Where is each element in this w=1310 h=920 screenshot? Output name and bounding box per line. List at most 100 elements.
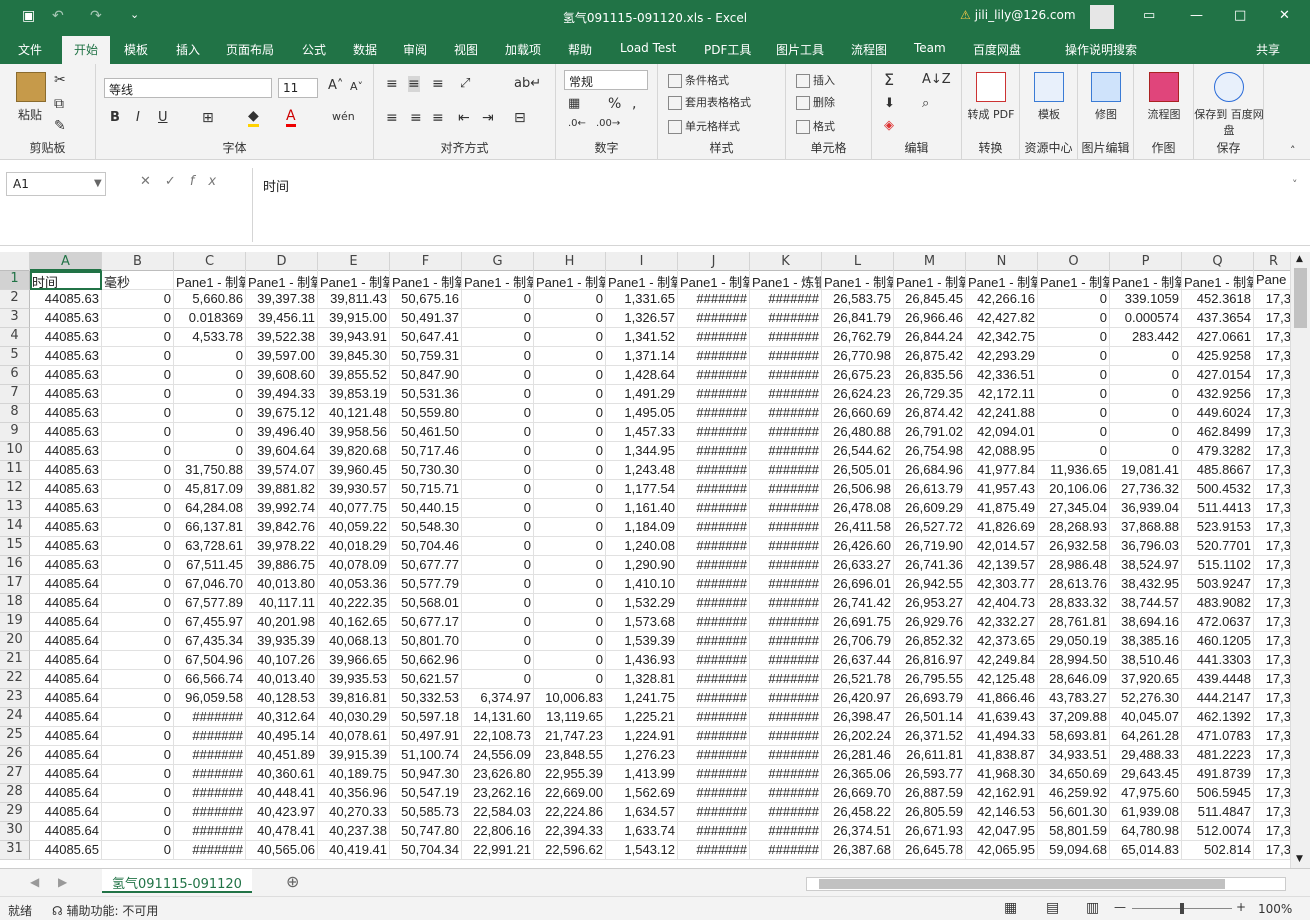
column-header-I[interactable]: I <box>606 252 678 271</box>
undo-icon[interactable]: ↶ <box>52 8 64 24</box>
cell-R2[interactable]: 17,3 <box>1254 290 1290 309</box>
cell-Q24[interactable]: 462.1392 <box>1182 708 1254 727</box>
cell-C2[interactable]: 5,660.86 <box>174 290 246 309</box>
cell-I15[interactable]: 1,240.08 <box>606 537 678 556</box>
cell-P30[interactable]: 64,780.98 <box>1110 822 1182 841</box>
cell-G28[interactable]: 23,262.16 <box>462 784 534 803</box>
cell-Q5[interactable]: 425.9258 <box>1182 347 1254 366</box>
cell-G22[interactable]: 0 <box>462 670 534 689</box>
row-header[interactable]: 29 <box>0 803 30 822</box>
cell-H28[interactable]: 22,669.00 <box>534 784 606 803</box>
cell-F21[interactable]: 50,662.96 <box>390 651 462 670</box>
name-box[interactable]: A1 <box>6 172 106 196</box>
cell-N22[interactable]: 42,125.48 <box>966 670 1038 689</box>
cell-F14[interactable]: 50,548.30 <box>390 518 462 537</box>
cell-L16[interactable]: 26,633.27 <box>822 556 894 575</box>
cell-D27[interactable]: 40,360.61 <box>246 765 318 784</box>
find-icon[interactable]: ⌕ <box>922 96 929 111</box>
align-right-icon[interactable]: ≡ <box>432 110 444 126</box>
cell-I19[interactable]: 1,573.68 <box>606 613 678 632</box>
cell-L2[interactable]: 26,583.75 <box>822 290 894 309</box>
cell-F20[interactable]: 50,801.70 <box>390 632 462 651</box>
cell-I30[interactable]: 1,633.74 <box>606 822 678 841</box>
cell-C14[interactable]: 66,137.81 <box>174 518 246 537</box>
cell-E6[interactable]: 39,855.52 <box>318 366 390 385</box>
cell-P1[interactable]: Pane1 - 制氧 <box>1110 271 1182 290</box>
cell-B3[interactable]: 0 <box>102 309 174 328</box>
cell-C9[interactable]: 0 <box>174 423 246 442</box>
cell-I24[interactable]: 1,225.21 <box>606 708 678 727</box>
cell-B11[interactable]: 0 <box>102 461 174 480</box>
cell-C10[interactable]: 0 <box>174 442 246 461</box>
cell-R20[interactable]: 17,3 <box>1254 632 1290 651</box>
cell-C21[interactable]: 67,504.96 <box>174 651 246 670</box>
cell-N6[interactable]: 42,336.51 <box>966 366 1038 385</box>
column-header-N[interactable]: N <box>966 252 1038 271</box>
cell-O6[interactable]: 0 <box>1038 366 1110 385</box>
cell-O14[interactable]: 28,268.93 <box>1038 518 1110 537</box>
row-header[interactable]: 16 <box>0 556 30 575</box>
cell-A10[interactable]: 44085.63 <box>30 442 102 461</box>
cell-H5[interactable]: 0 <box>534 347 606 366</box>
cell-I27[interactable]: 1,413.99 <box>606 765 678 784</box>
copy-icon[interactable]: ⧉ <box>54 96 64 112</box>
cell-H19[interactable]: 0 <box>534 613 606 632</box>
tab-addins[interactable]: 加载项 <box>505 41 541 58</box>
cell-P16[interactable]: 38,524.97 <box>1110 556 1182 575</box>
cell-D20[interactable]: 39,935.39 <box>246 632 318 651</box>
cell-A13[interactable]: 44085.63 <box>30 499 102 518</box>
cell-N3[interactable]: 42,427.82 <box>966 309 1038 328</box>
add-sheet-icon[interactable]: ⊕ <box>286 872 299 891</box>
cell-E2[interactable]: 39,811.43 <box>318 290 390 309</box>
close-button[interactable]: ✕ <box>1279 8 1290 23</box>
horizontal-scrollbar[interactable] <box>806 877 1286 891</box>
cell-G11[interactable]: 0 <box>462 461 534 480</box>
cell-F10[interactable]: 50,717.46 <box>390 442 462 461</box>
cell-A26[interactable]: 44085.64 <box>30 746 102 765</box>
cell-O7[interactable]: 0 <box>1038 385 1110 404</box>
cell-O17[interactable]: 28,613.76 <box>1038 575 1110 594</box>
cell-A2[interactable]: 44085.63 <box>30 290 102 309</box>
bold-button[interactable]: B <box>110 110 120 125</box>
insert-function-icon[interactable]: fx <box>190 174 230 189</box>
cell-L22[interactable]: 26,521.78 <box>822 670 894 689</box>
cell-A31[interactable]: 44085.65 <box>30 841 102 860</box>
cell-J21[interactable]: ####### <box>678 651 750 670</box>
row-header[interactable]: 23 <box>0 689 30 708</box>
cell-P14[interactable]: 37,868.88 <box>1110 518 1182 537</box>
cell-K22[interactable]: ####### <box>750 670 822 689</box>
cell-F25[interactable]: 50,497.91 <box>390 727 462 746</box>
merge-center-icon[interactable]: ⊟ <box>514 110 526 126</box>
cell-F5[interactable]: 50,759.31 <box>390 347 462 366</box>
scroll-down-icon[interactable]: ▼ <box>1296 854 1303 864</box>
cell-A30[interactable]: 44085.64 <box>30 822 102 841</box>
row-header[interactable]: 2 <box>0 290 30 309</box>
font-size-dropdown[interactable]: 11 <box>278 78 318 98</box>
cell-C24[interactable]: ####### <box>174 708 246 727</box>
cell-B25[interactable]: 0 <box>102 727 174 746</box>
cell-O24[interactable]: 37,209.88 <box>1038 708 1110 727</box>
cell-R13[interactable]: 17,3 <box>1254 499 1290 518</box>
cell-J17[interactable]: ####### <box>678 575 750 594</box>
cell-K19[interactable]: ####### <box>750 613 822 632</box>
cell-E5[interactable]: 39,845.30 <box>318 347 390 366</box>
cell-C16[interactable]: 67,511.45 <box>174 556 246 575</box>
cell-M10[interactable]: 26,754.98 <box>894 442 966 461</box>
tab-team[interactable]: Team <box>914 41 946 55</box>
cell-M13[interactable]: 26,609.29 <box>894 499 966 518</box>
cell-B30[interactable]: 0 <box>102 822 174 841</box>
cell-H6[interactable]: 0 <box>534 366 606 385</box>
cell-L28[interactable]: 26,669.70 <box>822 784 894 803</box>
tab-image-tools[interactable]: 图片工具 <box>776 41 824 58</box>
cell-P17[interactable]: 38,432.95 <box>1110 575 1182 594</box>
cell-L26[interactable]: 26,281.46 <box>822 746 894 765</box>
cell-O23[interactable]: 43,783.27 <box>1038 689 1110 708</box>
cell-G26[interactable]: 24,556.09 <box>462 746 534 765</box>
cell-I14[interactable]: 1,184.09 <box>606 518 678 537</box>
cell-O22[interactable]: 28,646.09 <box>1038 670 1110 689</box>
italic-button[interactable]: I <box>136 110 140 125</box>
cell-M19[interactable]: 26,929.76 <box>894 613 966 632</box>
cell-B10[interactable]: 0 <box>102 442 174 461</box>
cell-G14[interactable]: 0 <box>462 518 534 537</box>
cell-D21[interactable]: 40,107.26 <box>246 651 318 670</box>
